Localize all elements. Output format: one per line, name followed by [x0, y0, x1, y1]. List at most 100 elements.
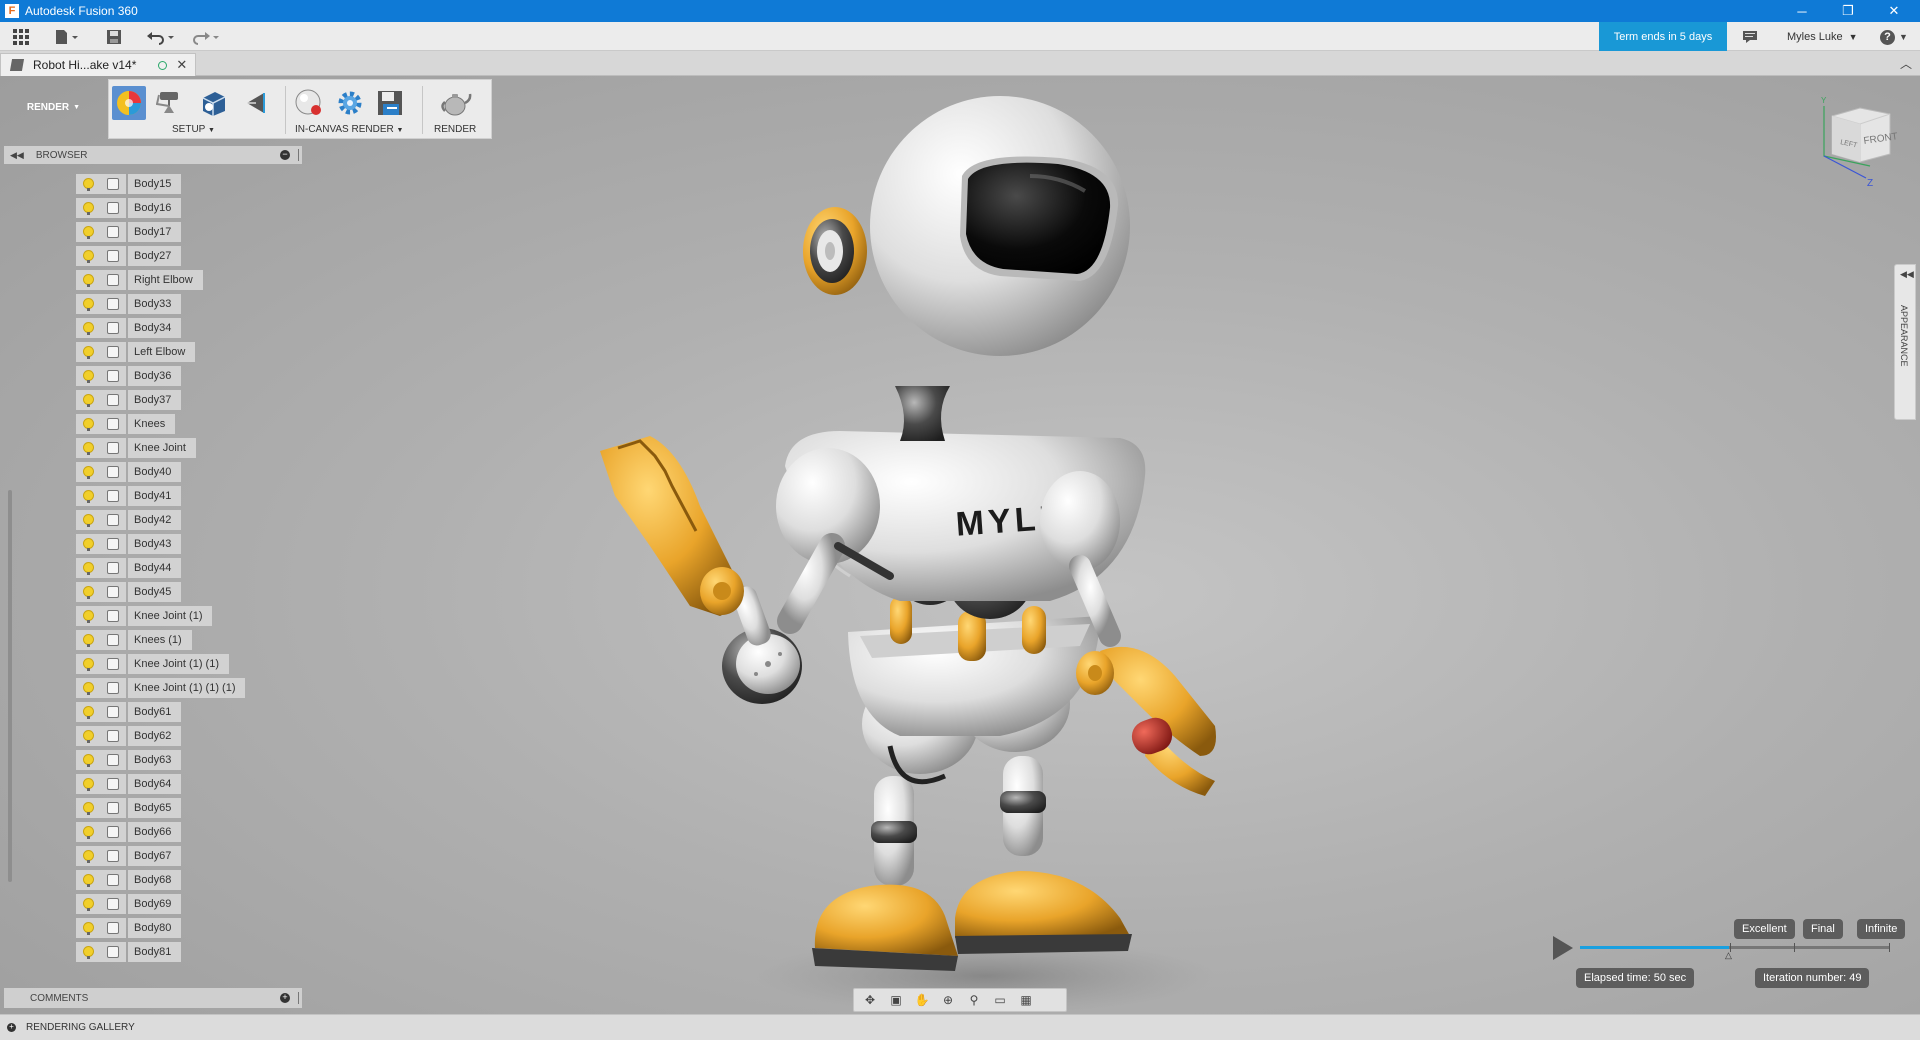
visibility-bulb-icon[interactable]	[76, 342, 100, 362]
browser-tree-item[interactable]: Body16	[76, 196, 306, 220]
scene-settings-button[interactable]	[112, 86, 146, 120]
visibility-bulb-icon[interactable]	[76, 486, 100, 506]
close-button[interactable]: ✕	[1874, 0, 1914, 22]
look-at-icon[interactable]: ▣	[886, 991, 906, 1009]
visibility-bulb-icon[interactable]	[76, 390, 100, 410]
expand-appearance-icon[interactable]: ◀◀	[1900, 269, 1914, 280]
visibility-bulb-icon[interactable]	[76, 438, 100, 458]
workspace-switcher[interactable]: RENDER ▼	[0, 76, 107, 139]
play-icon[interactable]	[1553, 936, 1573, 960]
fit-zoom-icon[interactable]: ⚲	[964, 991, 984, 1009]
browser-tree-item[interactable]: Body63	[76, 748, 306, 772]
collapse-caret-icon[interactable]: ︿	[1900, 55, 1912, 72]
browser-tree-item[interactable]: Body64	[76, 772, 306, 796]
visibility-bulb-icon[interactable]	[76, 630, 100, 650]
browser-tree-item[interactable]: Body68	[76, 868, 306, 892]
visibility-bulb-icon[interactable]	[76, 174, 100, 194]
browser-tree-item[interactable]: Body69	[76, 892, 306, 916]
browser-tree-item[interactable]: Knee Joint	[76, 436, 306, 460]
browser-tree-item[interactable]: Knee Joint (1) (1) (1)	[76, 676, 306, 700]
help-menu[interactable]: ? ▼	[1880, 26, 1908, 48]
visibility-bulb-icon[interactable]	[76, 366, 100, 386]
visibility-bulb-icon[interactable]	[76, 294, 100, 314]
collapse-browser-icon[interactable]: ◀◀	[10, 150, 24, 161]
browser-tree-item[interactable]: Body43	[76, 532, 306, 556]
visibility-bulb-icon[interactable]	[76, 942, 100, 962]
browser-tree-item[interactable]: Body27	[76, 244, 306, 268]
browser-tree-item[interactable]: Knees (1)	[76, 628, 306, 652]
grid-settings-icon[interactable]: ▦	[1016, 991, 1036, 1009]
browser-tree-item[interactable]: Knees	[76, 412, 306, 436]
add-comment-icon[interactable]: +	[280, 993, 290, 1003]
undo-icon[interactable]	[146, 26, 176, 48]
browser-tree-item[interactable]: Body42	[76, 508, 306, 532]
browser-tree-item[interactable]: Body81	[76, 940, 306, 962]
browser-tree-item[interactable]: Body41	[76, 484, 306, 508]
visibility-bulb-icon[interactable]	[76, 654, 100, 674]
browser-tree-item[interactable]: Body33	[76, 292, 306, 316]
browser-scrollbar[interactable]	[8, 490, 12, 882]
document-tab[interactable]: Robot Hi...ake v14* ✕	[0, 53, 196, 76]
file-menu-icon[interactable]	[54, 26, 80, 48]
browser-tree-item[interactable]: Right Elbow	[76, 268, 306, 292]
visibility-bulb-icon[interactable]	[76, 558, 100, 578]
in-canvas-settings-button[interactable]	[333, 86, 367, 120]
expand-gallery-icon[interactable]: +	[7, 1023, 16, 1032]
orbit-icon[interactable]: ✥	[860, 991, 880, 1009]
browser-tree-item[interactable]: Body65	[76, 796, 306, 820]
visibility-bulb-icon[interactable]	[76, 822, 100, 842]
in-canvas-render-button[interactable]	[292, 86, 326, 120]
user-menu[interactable]: Myles Luke ▼	[1787, 22, 1858, 51]
decal-button[interactable]	[197, 86, 231, 120]
visibility-bulb-icon[interactable]	[76, 270, 100, 290]
browser-tree-item[interactable]: Body80	[76, 916, 306, 940]
capture-image-button[interactable]	[373, 86, 407, 120]
visibility-bulb-icon[interactable]	[76, 894, 100, 914]
in-canvas-render-menu[interactable]: IN-CANVAS RENDER ▼	[295, 124, 403, 135]
visibility-bulb-icon[interactable]	[76, 198, 100, 218]
browser-tree-item[interactable]: Body62	[76, 724, 306, 748]
notifications-icon[interactable]	[1742, 26, 1758, 48]
browser-tree-item[interactable]: Body34	[76, 316, 306, 340]
render-button[interactable]	[439, 86, 473, 120]
visibility-bulb-icon[interactable]	[76, 750, 100, 770]
quality-final-button[interactable]: Final	[1803, 919, 1843, 939]
browser-tree-item[interactable]: Body40	[76, 460, 306, 484]
visibility-bulb-icon[interactable]	[76, 918, 100, 938]
visibility-bulb-icon[interactable]	[76, 846, 100, 866]
comments-panel-header[interactable]: COMMENTS +	[4, 988, 302, 1008]
browser-tree-item[interactable]: Body15	[76, 172, 306, 196]
appearance-button[interactable]	[153, 86, 187, 120]
browser-tree-item[interactable]: Body61	[76, 700, 306, 724]
appearance-panel-tab[interactable]: ◀◀ APPEARANCE	[1894, 264, 1916, 420]
browser-tree-item[interactable]: Body44	[76, 556, 306, 580]
panel-grip-icon[interactable]	[298, 992, 300, 1004]
zoom-icon[interactable]: ⊕	[938, 991, 958, 1009]
browser-panel-header[interactable]: ◀◀ BROWSER −	[4, 146, 302, 164]
visibility-bulb-icon[interactable]	[76, 462, 100, 482]
display-settings-icon[interactable]: ▭	[990, 991, 1010, 1009]
save-icon[interactable]	[106, 26, 122, 48]
browser-tree-item[interactable]: Knee Joint (1)	[76, 604, 306, 628]
browser-tree-item[interactable]: Body17	[76, 220, 306, 244]
browser-tree-item[interactable]: Body66	[76, 820, 306, 844]
visibility-bulb-icon[interactable]	[76, 318, 100, 338]
visibility-bulb-icon[interactable]	[76, 222, 100, 242]
pan-hand-icon[interactable]: ✋	[912, 991, 932, 1009]
visibility-bulb-icon[interactable]	[76, 534, 100, 554]
texture-map-button[interactable]	[239, 86, 273, 120]
visibility-bulb-icon[interactable]	[76, 798, 100, 818]
browser-tree-item[interactable]: Body45	[76, 580, 306, 604]
view-cube[interactable]: LEFT FRONT Y Z	[1810, 94, 1910, 189]
browser-tree-item[interactable]: Body36	[76, 364, 306, 388]
visibility-bulb-icon[interactable]	[76, 678, 100, 698]
term-badge[interactable]: Term ends in 5 days	[1599, 22, 1727, 51]
visibility-bulb-icon[interactable]	[76, 414, 100, 434]
browser-minimize-icon[interactable]: −	[280, 150, 290, 160]
visibility-bulb-icon[interactable]	[76, 726, 100, 746]
close-tab-icon[interactable]: ✕	[176, 57, 187, 73]
panel-grip-icon[interactable]	[298, 149, 300, 161]
redo-icon[interactable]	[190, 26, 220, 48]
minimize-button[interactable]: ─	[1782, 0, 1822, 22]
browser-tree-item[interactable]: Knee Joint (1) (1)	[76, 652, 306, 676]
